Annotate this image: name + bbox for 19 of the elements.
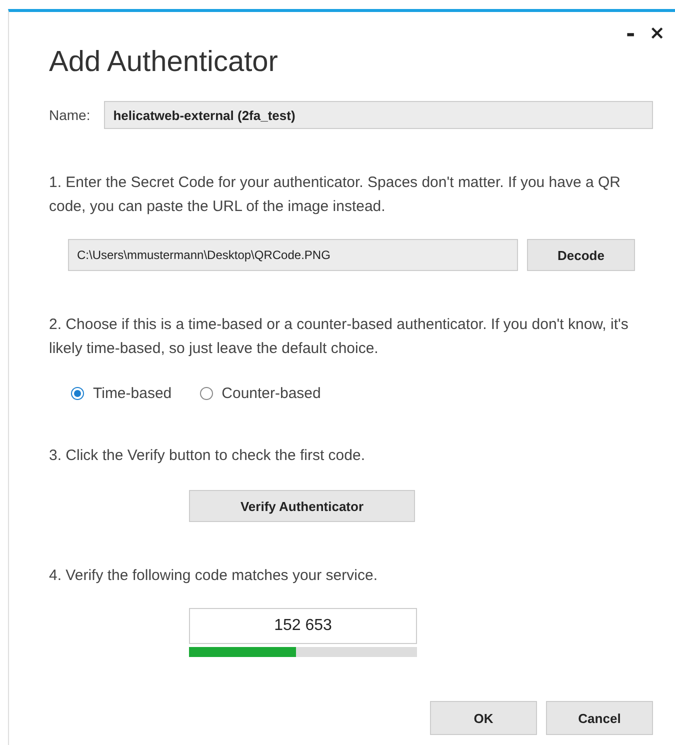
- radio-label: Time-based: [93, 385, 172, 402]
- radio-label: Counter-based: [222, 385, 321, 402]
- decode-button[interactable]: Decode: [527, 239, 635, 271]
- verify-button[interactable]: Verify Authenticator: [189, 490, 415, 522]
- radio-button[interactable]: [200, 387, 213, 400]
- cancel-button[interactable]: Cancel: [546, 701, 653, 735]
- instruction-text: 4. Verify the following code matches your service.: [49, 566, 378, 586]
- window-title: Add Authenticator: [49, 46, 279, 79]
- ok-button[interactable]: OK: [430, 701, 537, 735]
- secret-code-field[interactable]: C:\Users\mmustermann\Desktop\QRCode.PNG: [68, 239, 518, 271]
- instruction-text: 1. Enter the Secret Code for your authenticator. Spaces don't matter. If you have a QR code, you can paste the URL of the image instead.: [49, 173, 622, 217]
- minimize-button[interactable]: -: [624, 18, 638, 47]
- close-button[interactable]: ×: [647, 18, 667, 47]
- instruction-text: 3. Click the Verify button to check the first code.: [49, 446, 366, 466]
- name-label: Name:: [49, 107, 90, 123]
- instruction-text: 2. Choose if this is a time-based or a counter-based authenticator. If you don't know, it's likely time-based, so just leave the default choice.: [49, 315, 630, 359]
- radio-button[interactable]: [71, 387, 84, 400]
- code-display: 152 653: [189, 608, 417, 644]
- name-field[interactable]: helicatweb-external (2fa_test): [104, 101, 653, 129]
